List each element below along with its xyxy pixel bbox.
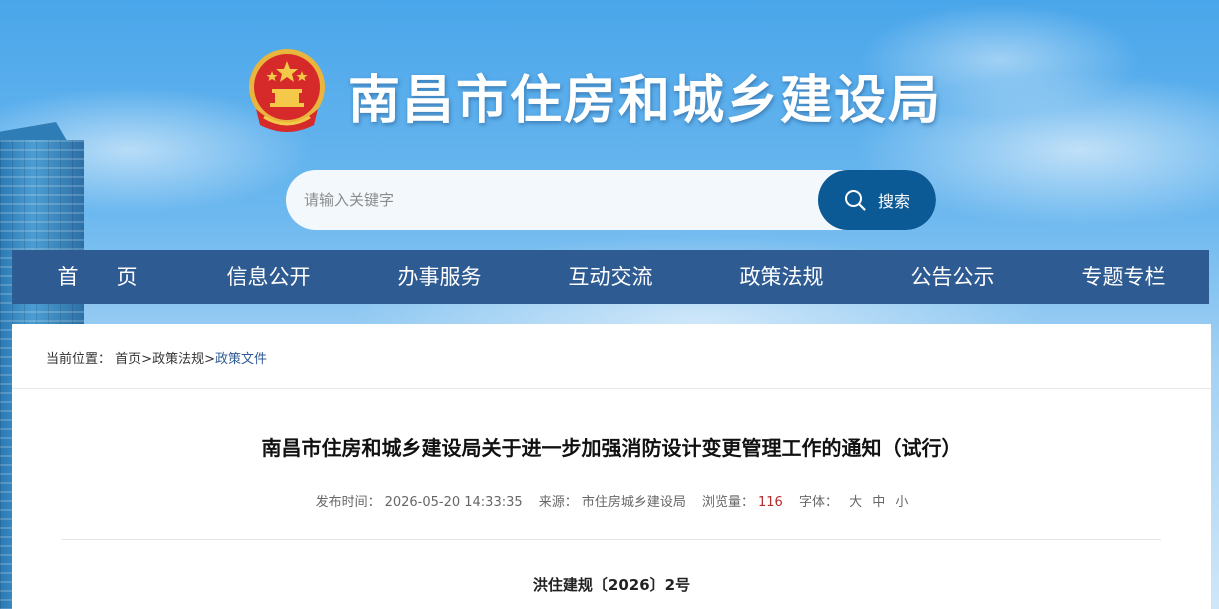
breadcrumb-policy-documents[interactable]: 政策文件: [215, 352, 267, 367]
nav-item-home[interactable]: 首页: [12, 250, 183, 304]
nav-item-interaction[interactable]: 互动交流: [525, 250, 696, 304]
main-nav: 首页 信息公开 办事服务 互动交流 政策法规 公告公示 专题专栏: [12, 250, 1209, 304]
search-button[interactable]: 搜索: [818, 170, 936, 230]
font-size-label: 字体：: [798, 495, 838, 510]
national-emblem-icon: [249, 49, 325, 132]
font-size-large[interactable]: 大: [849, 495, 862, 510]
breadcrumb-divider: [12, 388, 1211, 389]
publish-time: 2026-05-20 14:33:35: [384, 495, 523, 510]
breadcrumb-home[interactable]: 首页: [115, 352, 141, 367]
article-title: 南昌市住房和城乡建设局关于进一步加强消防设计变更管理工作的通知（试行）: [261, 436, 962, 460]
search-box: 搜索: [286, 170, 936, 230]
views-label: 浏览量：: [701, 495, 754, 510]
search-icon: [844, 190, 866, 211]
font-size-small[interactable]: 小: [895, 495, 908, 510]
nav-item-services[interactable]: 办事服务: [354, 250, 525, 304]
content-card: 当前位置： 首页>政策法规>政策文件 南昌市住房和城乡建设局关于进一步加强消防设…: [12, 324, 1211, 609]
meta-divider: [62, 539, 1161, 540]
search-input[interactable]: [286, 170, 826, 230]
source-label: 来源：: [538, 495, 578, 510]
publish-label: 发布时间：: [315, 495, 381, 510]
document-number: 洪住建规〔2026〕2号: [532, 576, 691, 594]
source-value: 市住房城乡建设局: [581, 495, 686, 510]
article-meta: 发布时间： 2026-05-20 14:33:35 来源： 市住房城乡建设局 浏览量…: [12, 491, 1211, 510]
font-size-medium[interactable]: 中: [872, 495, 885, 510]
nav-item-policies[interactable]: 政策法规: [696, 250, 867, 304]
breadcrumb: 当前位置： 首页>政策法规>政策文件: [46, 352, 268, 367]
breadcrumb-policies[interactable]: 政策法规: [152, 352, 204, 367]
site-title: 南昌市住房和城乡建设局: [348, 71, 943, 131]
nav-item-topics[interactable]: 专题专栏: [1038, 250, 1209, 304]
breadcrumb-prefix: 当前位置：: [46, 352, 112, 367]
search-button-label: 搜索: [877, 192, 910, 211]
nav-item-announcements[interactable]: 公告公示: [867, 250, 1038, 304]
views-count: 116: [757, 495, 783, 510]
nav-item-info-disclosure[interactable]: 信息公开: [183, 250, 354, 304]
